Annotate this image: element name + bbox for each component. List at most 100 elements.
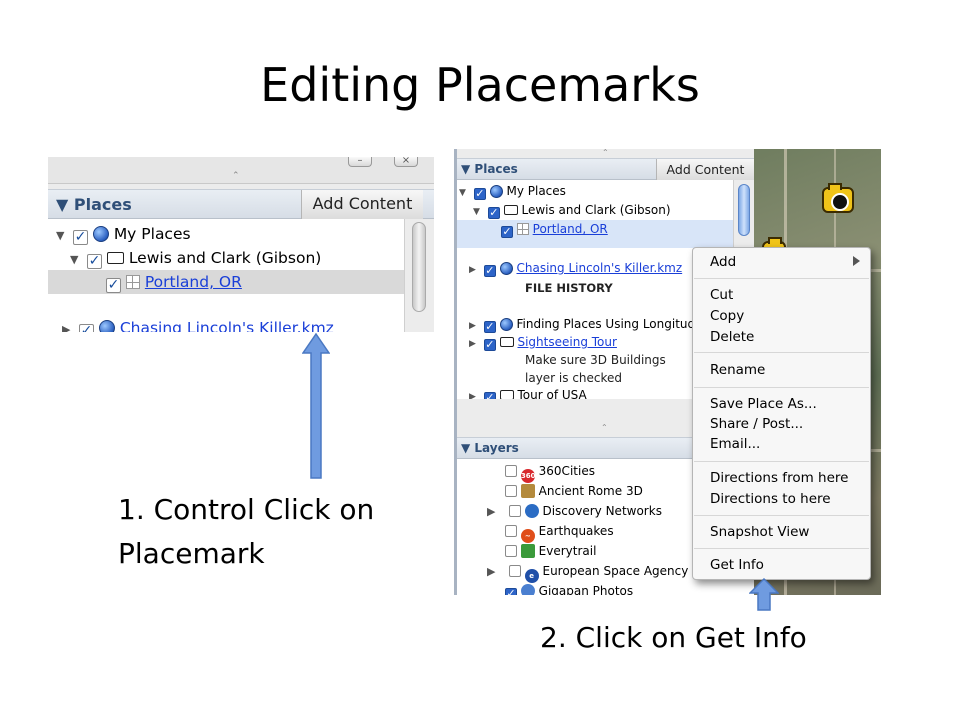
- tree-item-link[interactable]: Sightseeing Tour: [517, 335, 616, 349]
- caption-get-info: 2. Click on Get Info: [540, 621, 807, 654]
- collapse-triangle-icon[interactable]: ▶: [469, 390, 480, 399]
- tree-item-portland[interactable]: ✓ Portland, OR: [457, 220, 733, 248]
- add-content-button[interactable]: Add Content: [301, 190, 423, 219]
- resize-grip-icon[interactable]: ⌃: [602, 149, 609, 157]
- expand-triangle-icon[interactable]: ▼: [56, 224, 68, 248]
- menu-item-delete[interactable]: Delete: [710, 327, 754, 347]
- layer-label: Everytrail: [538, 544, 597, 558]
- flag-icon: [520, 544, 535, 558]
- menu-separator: [694, 548, 869, 549]
- tree-item-label: My Places: [113, 225, 191, 243]
- menu-item-snapshot-view[interactable]: Snapshot View: [710, 522, 809, 542]
- slide-title: Editing Placemarks: [260, 58, 700, 112]
- globe-icon: [98, 320, 115, 332]
- checkbox-icon[interactable]: [505, 525, 517, 537]
- globe-icon: [489, 185, 503, 198]
- left-panel-toolbar: – × ⌃: [48, 157, 434, 184]
- checkbox-icon[interactable]: ✓: [106, 278, 121, 293]
- checkbox-icon[interactable]: ✓: [86, 254, 102, 269]
- tree-item-my-places[interactable]: ▼ ✓ My Places: [457, 182, 733, 200]
- checkbox-icon[interactable]: ✓: [78, 324, 94, 332]
- places-label: ▼ Places: [461, 162, 518, 176]
- camera-icon[interactable]: [822, 183, 854, 213]
- vertical-scrollbar[interactable]: [404, 219, 434, 332]
- checkbox-icon[interactable]: [508, 505, 521, 517]
- tree-item-lewis-and-clark[interactable]: ▼ ✓ Lewis and Clark (Gibson): [48, 246, 404, 270]
- checkbox-icon[interactable]: ✓: [483, 321, 496, 333]
- up-arrow-icon: [749, 578, 779, 611]
- globe-icon: [92, 226, 109, 242]
- menu-item-save-place-as[interactable]: Save Place As...: [710, 394, 817, 414]
- layer-label: Earthquakes: [538, 524, 614, 538]
- places-header[interactable]: ▼ Places Add Content: [457, 158, 754, 180]
- tree-item-link[interactable]: Chasing Lincoln's Killer.kmz: [120, 319, 334, 332]
- collapse-triangle-icon[interactable]: ▶: [487, 502, 505, 522]
- close-icon[interactable]: ×: [394, 157, 418, 167]
- expand-triangle-icon[interactable]: ▼: [459, 184, 470, 202]
- places-header[interactable]: ▼ Places Add Content: [48, 189, 434, 219]
- folder-icon: [503, 205, 518, 215]
- menu-item-directions-to-here[interactable]: Directions to here: [710, 489, 831, 509]
- places-tree: ▼ ✓ My Places ▼ ✓ Lewis and Clark (Gibso…: [48, 219, 404, 332]
- checkbox-icon[interactable]: [508, 565, 521, 577]
- layer-gigapan-photos[interactable]: ✓ Gigapan Photos: [457, 581, 754, 595]
- checkbox-icon[interactable]: [505, 545, 517, 557]
- tree-item-portland[interactable]: ✓ Portland, OR: [48, 270, 404, 294]
- collapse-triangle-icon[interactable]: ▶: [469, 261, 480, 279]
- context-menu: Add Cut Copy Delete Rename Save Place As…: [692, 247, 871, 580]
- scrollbar-thumb[interactable]: [738, 184, 750, 236]
- menu-item-cut[interactable]: Cut: [710, 285, 733, 305]
- column-icon: [520, 484, 535, 498]
- collapse-triangle-icon[interactable]: ▶: [487, 562, 505, 582]
- menu-separator: [694, 515, 869, 516]
- globe-icon: [499, 262, 513, 275]
- menu-item-add[interactable]: Add: [710, 252, 736, 272]
- menu-separator: [694, 461, 869, 462]
- checkbox-icon[interactable]: ✓: [72, 230, 88, 245]
- tree-item-label: Tour of USA: [517, 388, 587, 399]
- collapse-triangle-icon[interactable]: ▶: [62, 318, 74, 332]
- expand-triangle-icon[interactable]: ▼: [70, 248, 82, 272]
- menu-separator: [694, 278, 869, 279]
- checkbox-icon[interactable]: [505, 465, 517, 477]
- tree-item-my-places[interactable]: ▼ ✓ My Places: [48, 222, 404, 246]
- layer-label: Ancient Rome 3D: [538, 484, 643, 498]
- add-content-button[interactable]: Add Content: [656, 159, 754, 180]
- menu-item-email[interactable]: Email...: [710, 434, 760, 454]
- placemark-icon: [516, 223, 529, 235]
- menu-item-get-info[interactable]: Get Info: [710, 555, 764, 575]
- discovery-globe-icon: [524, 504, 539, 518]
- folder-icon: [106, 252, 124, 264]
- submenu-arrow-icon: [853, 256, 860, 266]
- placemark-link[interactable]: Portland, OR: [145, 273, 242, 291]
- magnifier-icon: [520, 584, 535, 595]
- menu-item-share-post[interactable]: Share / Post...: [710, 414, 803, 434]
- tree-item-chasing-lincoln[interactable]: ▶ ✓ Chasing Lincoln's Killer.kmz: [48, 316, 404, 332]
- resize-grip-icon[interactable]: ⌃: [232, 171, 240, 181]
- menu-item-copy[interactable]: Copy: [710, 306, 744, 326]
- left-screenshot: – × ⌃ ▼ Places Add Content ▼ ✓ My Places…: [48, 157, 434, 332]
- checkbox-icon[interactable]: ✓: [473, 188, 486, 200]
- checkbox-icon[interactable]: ✓: [483, 265, 496, 277]
- expand-triangle-icon[interactable]: ▼: [473, 203, 484, 221]
- minimize-icon[interactable]: –: [348, 157, 372, 167]
- checkbox-icon[interactable]: ✓: [483, 392, 496, 399]
- globe-icon: [499, 318, 513, 331]
- checkbox-icon[interactable]: [505, 485, 517, 497]
- layer-label: 360Cities: [538, 464, 595, 478]
- checkbox-icon[interactable]: ✓: [487, 207, 500, 219]
- layers-label: ▼ Layers: [461, 441, 519, 455]
- menu-item-rename[interactable]: Rename: [710, 360, 765, 380]
- placemark-link[interactable]: Portland, OR: [533, 222, 608, 236]
- tree-item-lewis-and-clark[interactable]: ▼ ✓ Lewis and Clark (Gibson): [457, 201, 733, 219]
- scrollbar-thumb[interactable]: [412, 222, 426, 312]
- layer-label: European Space Agency: [542, 564, 689, 578]
- menu-item-directions-from-here[interactable]: Directions from here: [710, 468, 848, 488]
- checkbox-icon[interactable]: ✓: [505, 588, 517, 595]
- tree-item-link[interactable]: Chasing Lincoln's Killer.kmz: [516, 261, 682, 275]
- places-label: ▼ Places: [56, 195, 132, 214]
- tree-item-label: Lewis and Clark (Gibson): [128, 249, 322, 267]
- checkbox-icon[interactable]: ✓: [483, 339, 496, 351]
- resize-grip-icon[interactable]: ⌃: [601, 423, 608, 432]
- checkbox-icon[interactable]: ✓: [501, 226, 513, 238]
